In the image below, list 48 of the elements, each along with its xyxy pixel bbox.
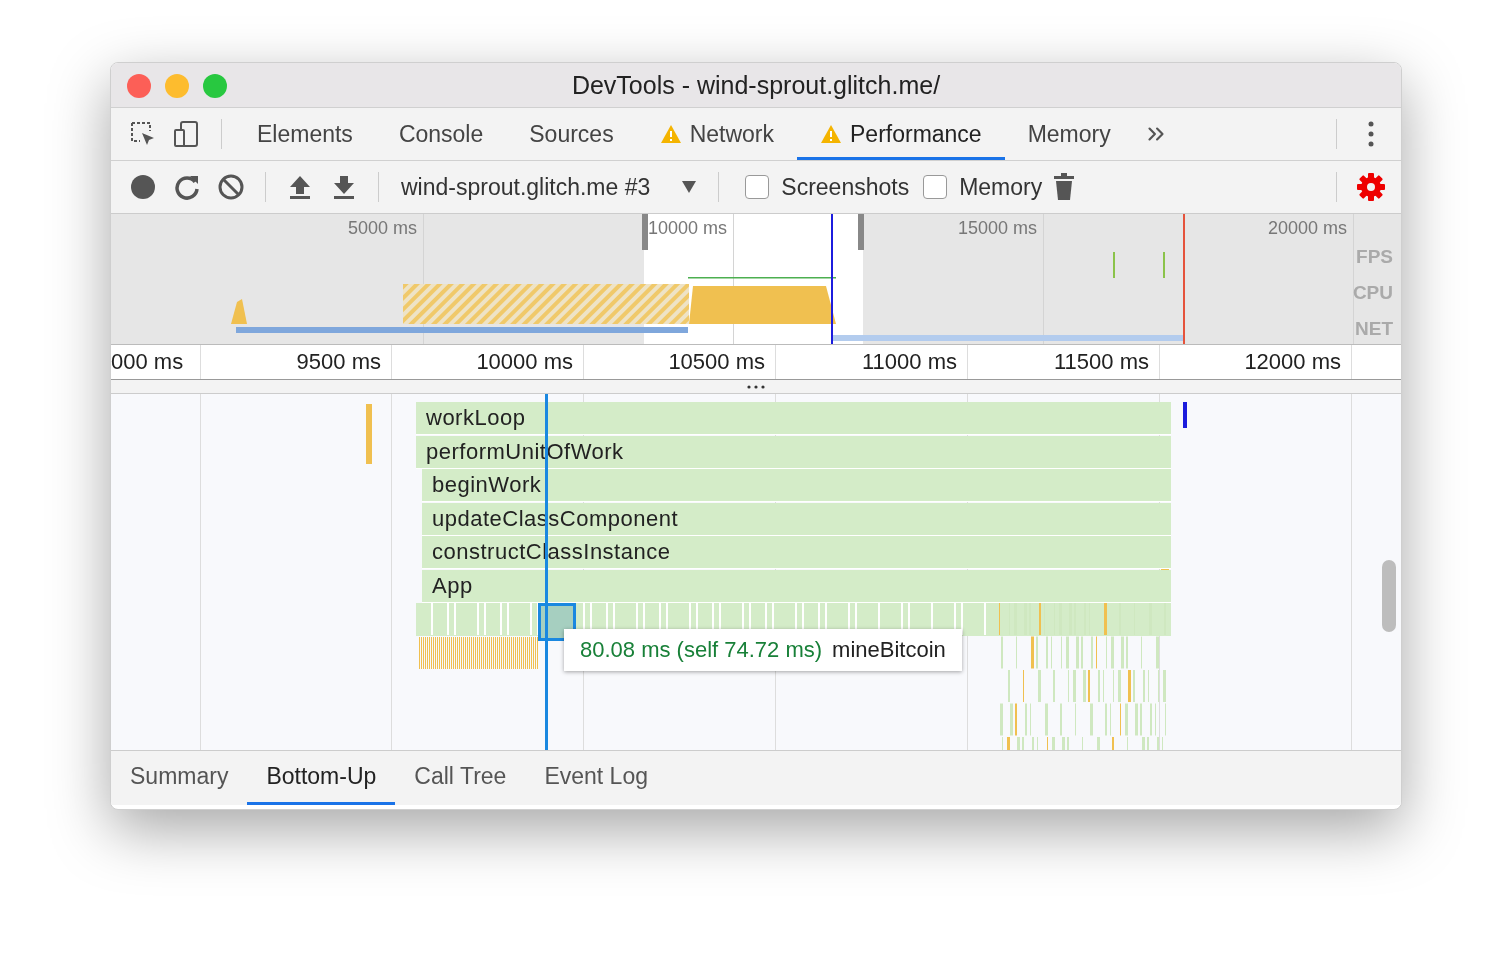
cpu-spike	[231, 299, 247, 324]
panel-tab[interactable]: Sources	[506, 108, 637, 160]
scrollbar-thumb[interactable]	[1382, 560, 1396, 632]
window-title: DevTools - wind-sprout.glitch.me/	[570, 70, 942, 100]
fps-tick	[1163, 252, 1165, 278]
checkbox-label: Memory	[959, 173, 1043, 201]
overview-time-label: 5000 ms	[347, 218, 417, 239]
warning-icon	[659, 124, 682, 144]
track-label: CPU	[1352, 282, 1393, 304]
current-time-marker	[1183, 402, 1187, 428]
ruler-time-label: 9500 ms	[296, 349, 382, 375]
panel-tab[interactable]: Network	[636, 108, 797, 160]
tooltip-duration: 80.08 ms (self 74.72 ms)	[580, 637, 823, 663]
flame-chart-bar[interactable]: App	[422, 569, 1171, 603]
checkbox[interactable]	[745, 175, 770, 199]
flame-chart-bar[interactable]: beginWork	[422, 469, 1171, 502]
ruler-time-label: 10500 ms	[668, 349, 766, 375]
caret-icon	[682, 181, 697, 193]
close-button[interactable]	[127, 74, 151, 98]
checkbox-option[interactable]: Screenshots	[745, 173, 910, 201]
details-tab[interactable]: Event Log	[525, 751, 667, 805]
checkbox-label: Screenshots	[781, 173, 910, 201]
ruler-time-label: 000 ms	[111, 349, 185, 375]
ruler-time-label: 11000 ms	[862, 349, 958, 375]
selection-handle[interactable]	[642, 214, 648, 250]
overview-time-label: 20000 ms	[1267, 218, 1347, 239]
details-tab[interactable]: Call Tree	[395, 751, 526, 805]
checkbox[interactable]	[923, 175, 948, 199]
track-label: NET	[1355, 318, 1393, 340]
fps-tick	[1113, 252, 1115, 278]
details-tab[interactable]: Bottom-Up	[247, 751, 396, 805]
checkbox-option[interactable]: Memory	[923, 173, 1043, 201]
overview-time-label: 10000 ms	[647, 218, 727, 239]
warning-icon	[820, 124, 842, 144]
details-tab[interactable]: Summary	[111, 751, 248, 805]
selection-handle[interactable]	[858, 214, 864, 250]
ruler-time-label: 12000 ms	[1244, 349, 1342, 375]
overview-time-label: 15000 ms	[957, 218, 1037, 239]
track-label: FPS	[1356, 246, 1393, 268]
recording-select[interactable]: wind-sprout.glitch.me #3	[391, 173, 707, 201]
flame-chart-bar[interactable]: workLoop	[416, 402, 1171, 435]
panel-tab[interactable]: Memory	[1004, 108, 1134, 160]
panel-tab[interactable]: Elements	[234, 108, 376, 160]
ruler-time-label: 11500 ms	[1054, 349, 1150, 375]
drag-handle-icon	[746, 384, 766, 389]
panel-tab[interactable]: Console	[375, 108, 507, 160]
tooltip-function-name: mineBitcoin	[832, 637, 946, 663]
ruler-time-label: 10000 ms	[476, 349, 574, 375]
